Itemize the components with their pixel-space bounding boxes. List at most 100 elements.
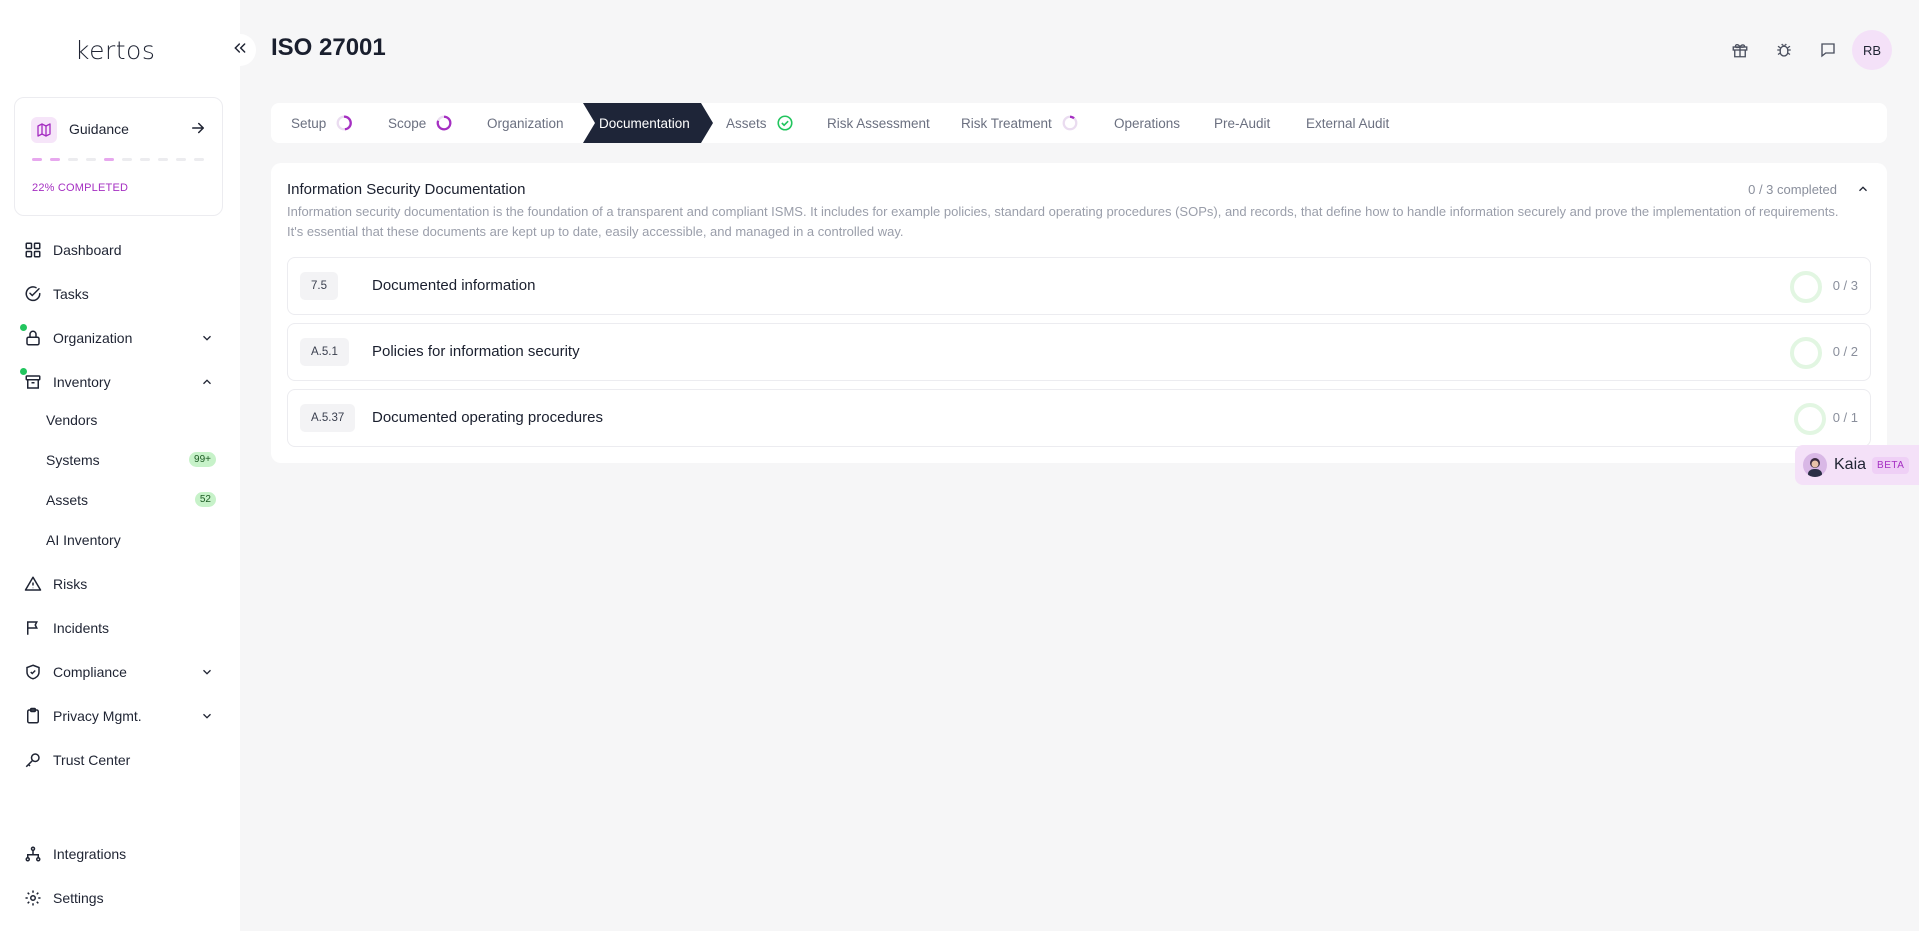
guidance-progress-text: 22% COMPLETED [32, 182, 129, 194]
section-description: Information security documentation is th… [287, 204, 1839, 239]
sidebar-item-incidents[interactable]: Incidents [14, 610, 226, 646]
assistant-avatar-icon [1803, 453, 1827, 477]
guidance-step-dot [50, 158, 60, 161]
tab-pre-audit[interactable]: Pre-Audit [1214, 103, 1270, 143]
lock-icon [20, 324, 44, 349]
check-circle-icon [22, 283, 44, 305]
sidebar-item-settings[interactable]: Settings [14, 880, 226, 916]
sidebar-subitem-label: Assets [46, 492, 89, 508]
sidebar-item-label: Dashboard [53, 242, 122, 258]
sidebar-item-label: Organization [53, 330, 133, 346]
sidebar-subitem-label: Vendors [46, 412, 98, 428]
guidance-step-dot [176, 158, 186, 161]
requirement-title: Documented operating procedures [372, 409, 603, 426]
warning-icon [22, 573, 44, 595]
sidebar-item-label: Trust Center [53, 752, 131, 768]
chevron-up-icon[interactable] [1851, 177, 1875, 201]
avatar[interactable]: RB [1852, 30, 1892, 70]
guidance-step-dot [32, 158, 42, 161]
guidance-step-dot [104, 158, 114, 161]
sidebar-item-risks[interactable]: Risks [14, 566, 226, 602]
sidebar-item-label: Risks [53, 576, 88, 592]
guidance-step-dot [122, 158, 132, 161]
documentation-section: Information Security Documentation 0 / 3… [271, 163, 1887, 463]
chat-icon[interactable] [1806, 32, 1850, 68]
sidebar-item-integrations[interactable]: Integrations [14, 836, 226, 872]
sidebar-subitem-label: AI Inventory [46, 532, 121, 548]
chevron-up-icon[interactable] [198, 373, 216, 391]
guidance-step-dot [194, 158, 204, 161]
sidebar-item-label: Integrations [53, 846, 127, 862]
requirement-row[interactable]: A.5.1 Policies for information security … [287, 323, 1871, 381]
guidance-label: Guidance [69, 121, 129, 137]
tab-setup[interactable]: Setup [291, 103, 354, 143]
tab-risk-treatment[interactable]: Risk Treatment [961, 103, 1080, 143]
sidebar-subitem-vendors[interactable]: Vendors [46, 404, 218, 436]
check-circle-icon [775, 113, 795, 133]
arrow-right-icon[interactable] [184, 114, 212, 142]
bug-icon[interactable] [1762, 32, 1806, 68]
sidebar-item-dashboard[interactable]: Dashboard [14, 232, 226, 268]
sidebar: kertos Guidance 22% COMPLETED Dashboard … [0, 0, 240, 931]
kertos-logo[interactable]: kertos [75, 36, 155, 65]
archive-icon [20, 368, 44, 393]
sidebar-item-label: Inventory [53, 374, 111, 390]
chevron-down-icon[interactable] [198, 707, 216, 725]
guidance-step-dot [68, 158, 78, 161]
double-chevron-left-icon [232, 39, 248, 62]
tab-documentation[interactable]: Documentation [599, 103, 690, 143]
kaia-assistant-button[interactable]: Kaia BETA [1795, 445, 1919, 485]
tab-operations[interactable]: Operations [1114, 103, 1180, 143]
step-label: Pre-Audit [1214, 115, 1271, 131]
key-icon [22, 749, 44, 771]
sidebar-subitem-systems[interactable]: Systems 99+ [46, 444, 218, 476]
sidebar-item-tasks[interactable]: Tasks [14, 276, 226, 312]
progress-ring-icon [1794, 403, 1826, 435]
map-icon [31, 117, 57, 143]
tab-assets[interactable]: Assets [726, 103, 795, 143]
requirement-count: 0 / 3 [1832, 278, 1858, 293]
header-actions: RB [1718, 30, 1892, 70]
requirement-code: A.5.37 [300, 404, 356, 432]
progress-ring-icon [1790, 337, 1822, 369]
step-label: Risk Treatment [961, 115, 1052, 131]
step-label: Risk Assessment [827, 115, 930, 131]
progress-ring-icon [334, 113, 354, 133]
shield-check-icon [22, 661, 44, 683]
step-label: Operations [1114, 115, 1181, 131]
guidance-step-dot [86, 158, 96, 161]
tab-scope[interactable]: Scope [388, 103, 454, 143]
sidebar-item-trust-center[interactable]: Trust Center [14, 742, 226, 778]
chevron-down-icon[interactable] [198, 329, 216, 347]
tab-risk-assessment[interactable]: Risk Assessment [827, 103, 930, 143]
requirement-row[interactable]: 7.5 Documented information 0 / 3 [287, 257, 1871, 315]
chevron-down-icon[interactable] [198, 663, 216, 681]
sidebar-subitem-ai-inventory[interactable]: AI Inventory [46, 524, 218, 556]
phase-stepper: Setup Scope Organization Documentation A… [271, 103, 1887, 143]
flag-icon [22, 617, 44, 639]
status-dot [20, 368, 27, 375]
requirement-row[interactable]: A.5.37 Documented operating procedures 0… [287, 389, 1871, 447]
step-label: Organization [487, 115, 564, 131]
guidance-card[interactable]: Guidance 22% COMPLETED [14, 97, 223, 216]
page-title: ISO 27001 [271, 34, 386, 61]
sidebar-item-inventory[interactable]: Inventory [14, 364, 226, 400]
grid-icon [22, 239, 44, 261]
sidebar-item-compliance[interactable]: Compliance [14, 654, 226, 690]
gift-icon[interactable] [1718, 32, 1762, 68]
progress-ring-icon [1790, 271, 1822, 303]
sidebar-item-organization[interactable]: Organization [14, 320, 226, 356]
step-label: Documentation [599, 115, 690, 131]
step-label: External Audit [1306, 115, 1390, 131]
status-dot [20, 324, 27, 331]
requirement-code: A.5.1 [300, 338, 349, 366]
tab-organization[interactable]: Organization [487, 103, 564, 143]
collapse-sidebar-button[interactable] [224, 34, 256, 66]
progress-ring-icon [434, 113, 454, 133]
gear-icon [22, 887, 44, 909]
sidebar-subitem-label: Systems [46, 452, 100, 468]
sidebar-subitem-assets[interactable]: Assets 52 [46, 484, 218, 516]
clipboard-icon [22, 705, 44, 727]
sidebar-item-privacy[interactable]: Privacy Mgmt. [14, 698, 226, 734]
tab-external-audit[interactable]: External Audit [1306, 103, 1389, 143]
